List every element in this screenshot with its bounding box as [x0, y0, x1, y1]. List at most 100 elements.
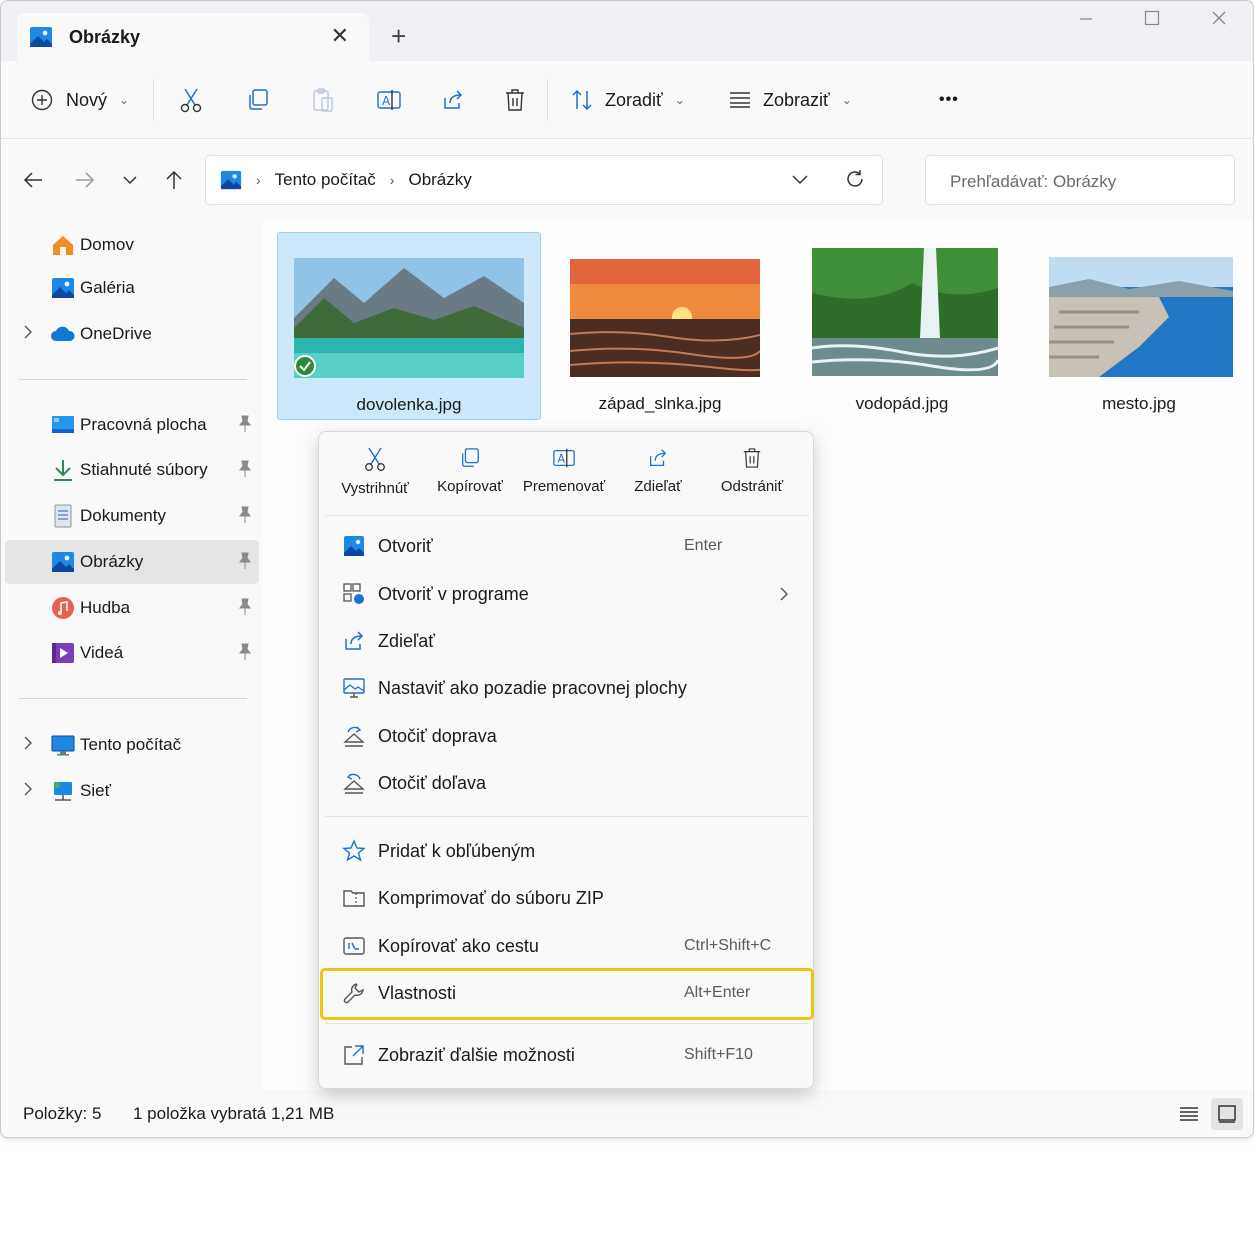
close-window-icon[interactable]: [1199, 9, 1239, 32]
file-thumbnail: [570, 259, 760, 377]
pin-icon[interactable]: [237, 506, 253, 524]
pin-icon[interactable]: [237, 415, 253, 433]
menu-item-open[interactable]: Otvoriť Enter: [325, 524, 809, 568]
tab-pictures[interactable]: Obrázky ✕: [17, 13, 369, 63]
menu-item-share[interactable]: Zdieľať: [325, 619, 809, 663]
file-item[interactable]: mesto.jpg: [1039, 232, 1239, 420]
selection-count: 1 položka vybratá: [133, 1104, 267, 1123]
title-bar: Obrázky ✕ +: [1, 1, 1253, 63]
desktop-icon: [52, 416, 74, 433]
menu-item-label: Otvoriť v programe: [378, 584, 529, 604]
download-icon: [54, 460, 72, 481]
pin-icon[interactable]: [237, 552, 253, 570]
share-icon: [444, 90, 463, 109]
wrench-icon: [343, 983, 364, 1004]
selection-size: 1,21 MB: [271, 1104, 335, 1123]
sidebar-item-desktop[interactable]: Pracovná plocha: [5, 403, 259, 447]
context-menu: Vystrihnúť Kopírovať A Premenovať Zdieľa…: [318, 431, 814, 1089]
maximize-icon[interactable]: [1132, 9, 1172, 32]
sidebar-item-gallery[interactable]: Galéria: [5, 266, 259, 310]
more-options-button[interactable]: •••: [939, 61, 959, 139]
new-button[interactable]: Nový ⌄: [31, 61, 129, 139]
pin-icon[interactable]: [237, 643, 253, 661]
pin-icon[interactable]: [237, 598, 253, 616]
breadcrumb-chevron-icon: ›: [389, 172, 395, 188]
menu-item-rotate-left[interactable]: Otočiť doľava: [325, 761, 809, 805]
sidebar-item-music[interactable]: Hudba: [5, 586, 259, 630]
breadcrumb-chevron-icon: ›: [256, 172, 261, 188]
copy-icon: [462, 448, 479, 467]
menu-item-label: Otočiť doprava: [378, 726, 497, 746]
file-thumbnail: [812, 248, 998, 376]
menu-item-copy-as-path[interactable]: Kopírovať ako cestu Ctrl+Shift+C: [325, 924, 809, 968]
items-count: Položky: 5: [23, 1104, 102, 1123]
rename-icon: A: [377, 90, 401, 110]
open-image-icon: [344, 536, 364, 556]
menu-item-open-with[interactable]: Otvoriť v programe: [325, 572, 809, 616]
onedrive-icon: [51, 326, 75, 341]
search-input[interactable]: Prehľadávať: Obrázky: [925, 155, 1235, 205]
separator: [547, 79, 548, 121]
pictures-icon: [52, 552, 74, 572]
back-arrow-icon[interactable]: [17, 164, 49, 196]
file-item[interactable]: západ_slnka.jpg: [561, 232, 760, 420]
breadcrumb-this-pc[interactable]: Tento počítač: [275, 170, 376, 190]
refresh-icon[interactable]: [844, 168, 866, 195]
address-bar[interactable]: › Tento počítač › Obrázky: [205, 155, 883, 205]
up-arrow-icon[interactable]: [158, 164, 190, 196]
minimize-icon[interactable]: [1066, 9, 1106, 32]
sidebar-item-home[interactable]: Domov: [5, 223, 259, 267]
chevron-right-icon[interactable]: [21, 735, 35, 751]
copy-button[interactable]: Kopírovať: [422, 446, 518, 516]
menu-item-set-desktop-background[interactable]: Nastaviť ako pozadie pracovnej plochy: [325, 666, 809, 710]
menu-item-properties[interactable]: Vlastnosti Alt+Enter: [320, 968, 814, 1020]
chevron-down-icon: ⌄: [841, 93, 852, 107]
sidebar-item-downloads[interactable]: Stiahnuté súbory: [5, 448, 259, 492]
rename-button[interactable]: A: [376, 61, 402, 139]
copy-button[interactable]: [246, 61, 270, 139]
address-dropdown-icon[interactable]: [792, 170, 808, 190]
large-icons-view-icon[interactable]: [1211, 1098, 1243, 1130]
cut-button[interactable]: [179, 61, 203, 139]
sidebar-separator: [19, 379, 247, 380]
open-with-icon: [343, 583, 364, 604]
close-tab-icon[interactable]: ✕: [331, 23, 349, 49]
chevron-right-icon[interactable]: [21, 781, 35, 797]
sidebar-item-videos[interactable]: Videá: [5, 631, 259, 675]
view-button[interactable]: Zobraziť ⌄: [729, 61, 852, 139]
paste-icon: [313, 88, 333, 112]
view-label: Zobraziť: [763, 89, 830, 110]
star-icon: [342, 839, 366, 862]
menu-item-compress-zip[interactable]: Komprimovať do súboru ZIP: [325, 876, 809, 920]
sidebar-item-network[interactable]: Sieť: [5, 769, 259, 813]
delete-button[interactable]: Odstrániť: [704, 446, 800, 516]
rename-button[interactable]: A Premenovať: [516, 446, 612, 516]
file-item[interactable]: dovolenka.jpg: [277, 232, 541, 420]
recent-locations-chevron-icon[interactable]: [114, 164, 146, 196]
file-item[interactable]: vodopád.jpg: [803, 232, 1001, 420]
menu-item-add-to-favorites[interactable]: Pridať k obľúbeným: [325, 829, 809, 873]
details-view-icon[interactable]: [1173, 1098, 1205, 1130]
sidebar-item-label: Obrázky: [80, 552, 144, 571]
chevron-right-icon[interactable]: [21, 324, 35, 340]
share-button[interactable]: [441, 61, 465, 139]
new-tab-button[interactable]: +: [391, 21, 406, 51]
file-thumbnail: [294, 258, 524, 378]
menu-item-show-more-options[interactable]: Zobraziť ďalšie možnosti Shift+F10: [325, 1033, 809, 1077]
sidebar-item-onedrive[interactable]: OneDrive: [5, 312, 259, 356]
forward-arrow-icon[interactable]: [69, 164, 101, 196]
menu-item-label: Pridať k obľúbeným: [378, 841, 536, 861]
new-label: Nový: [66, 89, 108, 110]
pin-icon[interactable]: [237, 460, 253, 478]
share-button[interactable]: Zdieľať: [610, 446, 706, 516]
sidebar-item-this-pc[interactable]: Tento počítač: [5, 723, 259, 767]
breadcrumb-pictures[interactable]: Obrázky: [408, 170, 471, 190]
status-bar: Položky: 5 1 položka vybratá 1,21 MB: [1, 1090, 1253, 1137]
sidebar-item-pictures[interactable]: Obrázky: [5, 540, 259, 584]
sidebar-item-documents[interactable]: Dokumenty: [5, 494, 259, 538]
delete-button[interactable]: [504, 61, 526, 139]
menu-item-rotate-right[interactable]: Otočiť doprava: [325, 714, 809, 758]
cut-button[interactable]: Vystrihnúť: [327, 446, 423, 516]
paste-button[interactable]: [311, 61, 335, 139]
sort-button[interactable]: Zoradiť ⌄: [571, 61, 685, 139]
